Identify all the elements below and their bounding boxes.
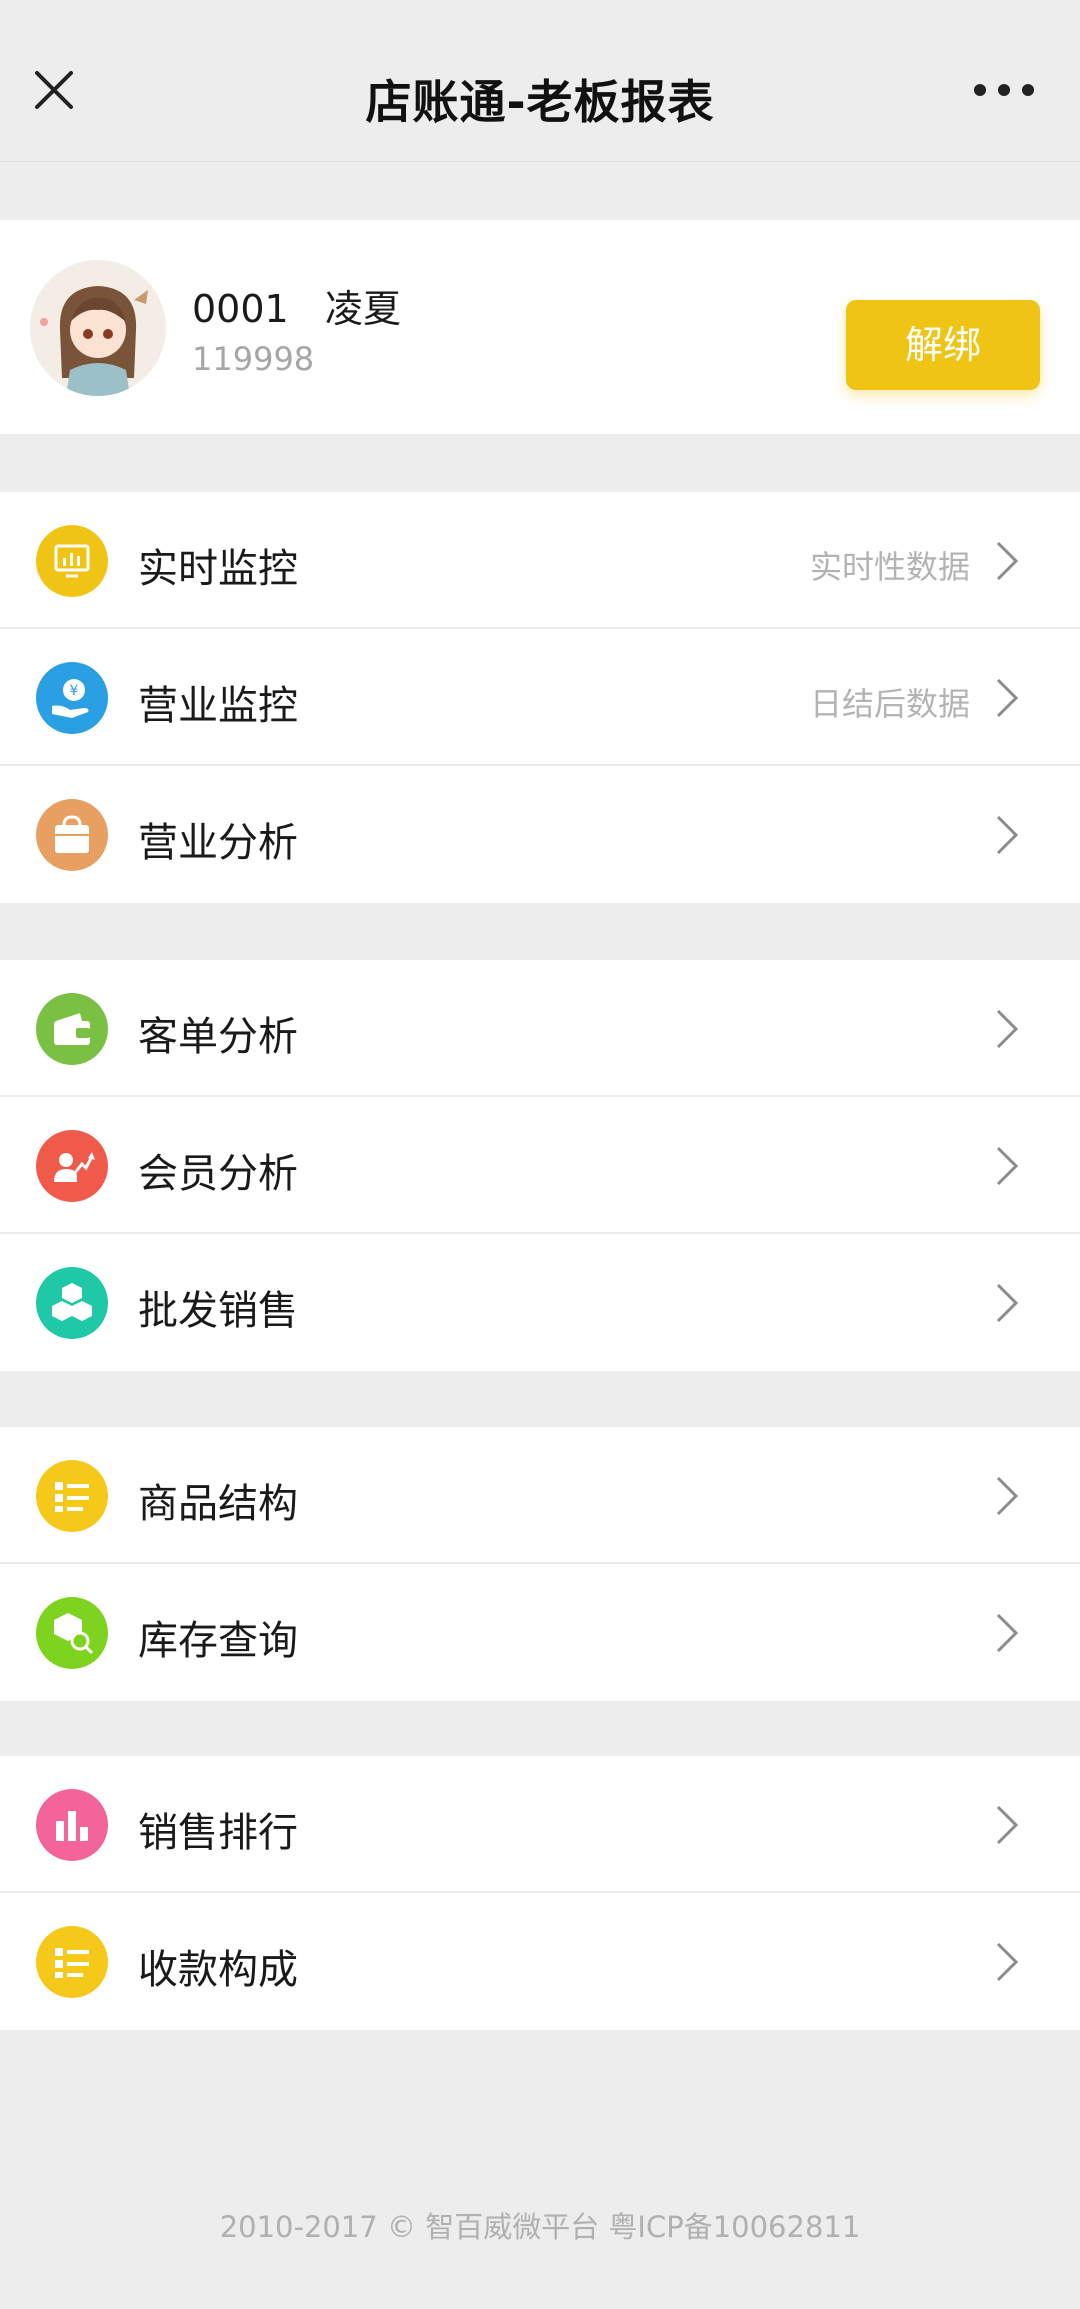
menu-group-3: 商品结构 库存查询 <box>0 1427 1080 1701</box>
bar-chart-icon <box>36 1789 108 1861</box>
unbind-button[interactable]: 解绑 <box>846 300 1040 390</box>
menu-item-business-analysis[interactable]: 营业分析 <box>0 766 1080 903</box>
menu-item-member-analysis[interactable]: 会员分析 <box>0 1097 1080 1234</box>
box-search-icon <box>36 1597 108 1669</box>
chevron-right-icon <box>996 1805 1019 1845</box>
chevron-right-icon <box>996 678 1019 718</box>
menu-item-payment-composition[interactable]: 收款构成 <box>0 1893 1080 2030</box>
menu-item-label: 客单分析 <box>138 1014 298 1060</box>
menu-item-label: 库存查询 <box>138 1618 298 1664</box>
avatar <box>30 260 166 396</box>
menu-item-label: 批发销售 <box>138 1288 298 1334</box>
menu-item-label: 销售排行 <box>138 1810 298 1856</box>
list-icon <box>36 1460 108 1532</box>
menu-item-hint: 实时性数据 <box>809 548 970 586</box>
menu-item-product-structure[interactable]: 商品结构 <box>0 1427 1080 1564</box>
chevron-right-icon <box>996 1009 1019 1049</box>
menu-item-customer-analysis[interactable]: 客单分析 <box>0 960 1080 1097</box>
menu-item-inventory-query[interactable]: 库存查询 <box>0 1564 1080 1701</box>
menu-item-realtime-monitor[interactable]: 实时监控 实时性数据 <box>0 492 1080 629</box>
menu-item-sales-ranking[interactable]: 销售排行 <box>0 1756 1080 1893</box>
menu-item-label: 营业分析 <box>138 820 298 866</box>
chevron-right-icon <box>996 1942 1019 1982</box>
menu-item-label: 营业监控 <box>138 683 298 729</box>
menu-item-label: 收款构成 <box>138 1947 298 1993</box>
menu-item-label: 会员分析 <box>138 1151 298 1197</box>
page-title: 店账通-老板报表 <box>365 75 715 129</box>
menu-item-label: 实时监控 <box>138 546 298 592</box>
user-name: 0001 凌夏 <box>192 287 401 331</box>
menu-item-business-monitor[interactable]: ¥ 营业监控 日结后数据 <box>0 629 1080 766</box>
menu-item-label: 商品结构 <box>138 1481 298 1527</box>
list-icon <box>36 1926 108 1998</box>
shopping-bag-icon <box>36 799 108 871</box>
chevron-right-icon <box>996 541 1019 581</box>
footer-copyright: 2010-2017 © 智百威微平台 粤ICP备10062811 <box>219 2210 861 2244</box>
svg-text:¥: ¥ <box>70 683 79 699</box>
chevron-right-icon <box>996 1283 1019 1323</box>
chevron-right-icon <box>996 1146 1019 1186</box>
top-bar: 店账通-老板报表 <box>0 0 1080 162</box>
monitor-icon <box>36 525 108 597</box>
menu-group-4: 销售排行 收款构成 <box>0 1756 1080 2030</box>
menu-item-hint: 日结后数据 <box>809 685 970 723</box>
more-options-icon[interactable] <box>968 78 1040 102</box>
menu-group-1: 实时监控 实时性数据 ¥ 营业监控 日结后数据 营业分析 <box>0 492 1080 903</box>
wallet-icon <box>36 993 108 1065</box>
member-growth-icon <box>36 1130 108 1202</box>
chevron-right-icon <box>996 1476 1019 1516</box>
yen-hand-icon: ¥ <box>36 662 108 734</box>
boxes-icon <box>36 1267 108 1339</box>
user-id: 119998 <box>192 340 315 378</box>
menu-group-2: 客单分析 会员分析 批发销售 <box>0 960 1080 1371</box>
menu-item-wholesale[interactable]: 批发销售 <box>0 1234 1080 1371</box>
chevron-right-icon <box>996 815 1019 855</box>
chevron-right-icon <box>996 1613 1019 1653</box>
profile-card: 0001 凌夏 119998 解绑 <box>0 220 1080 434</box>
